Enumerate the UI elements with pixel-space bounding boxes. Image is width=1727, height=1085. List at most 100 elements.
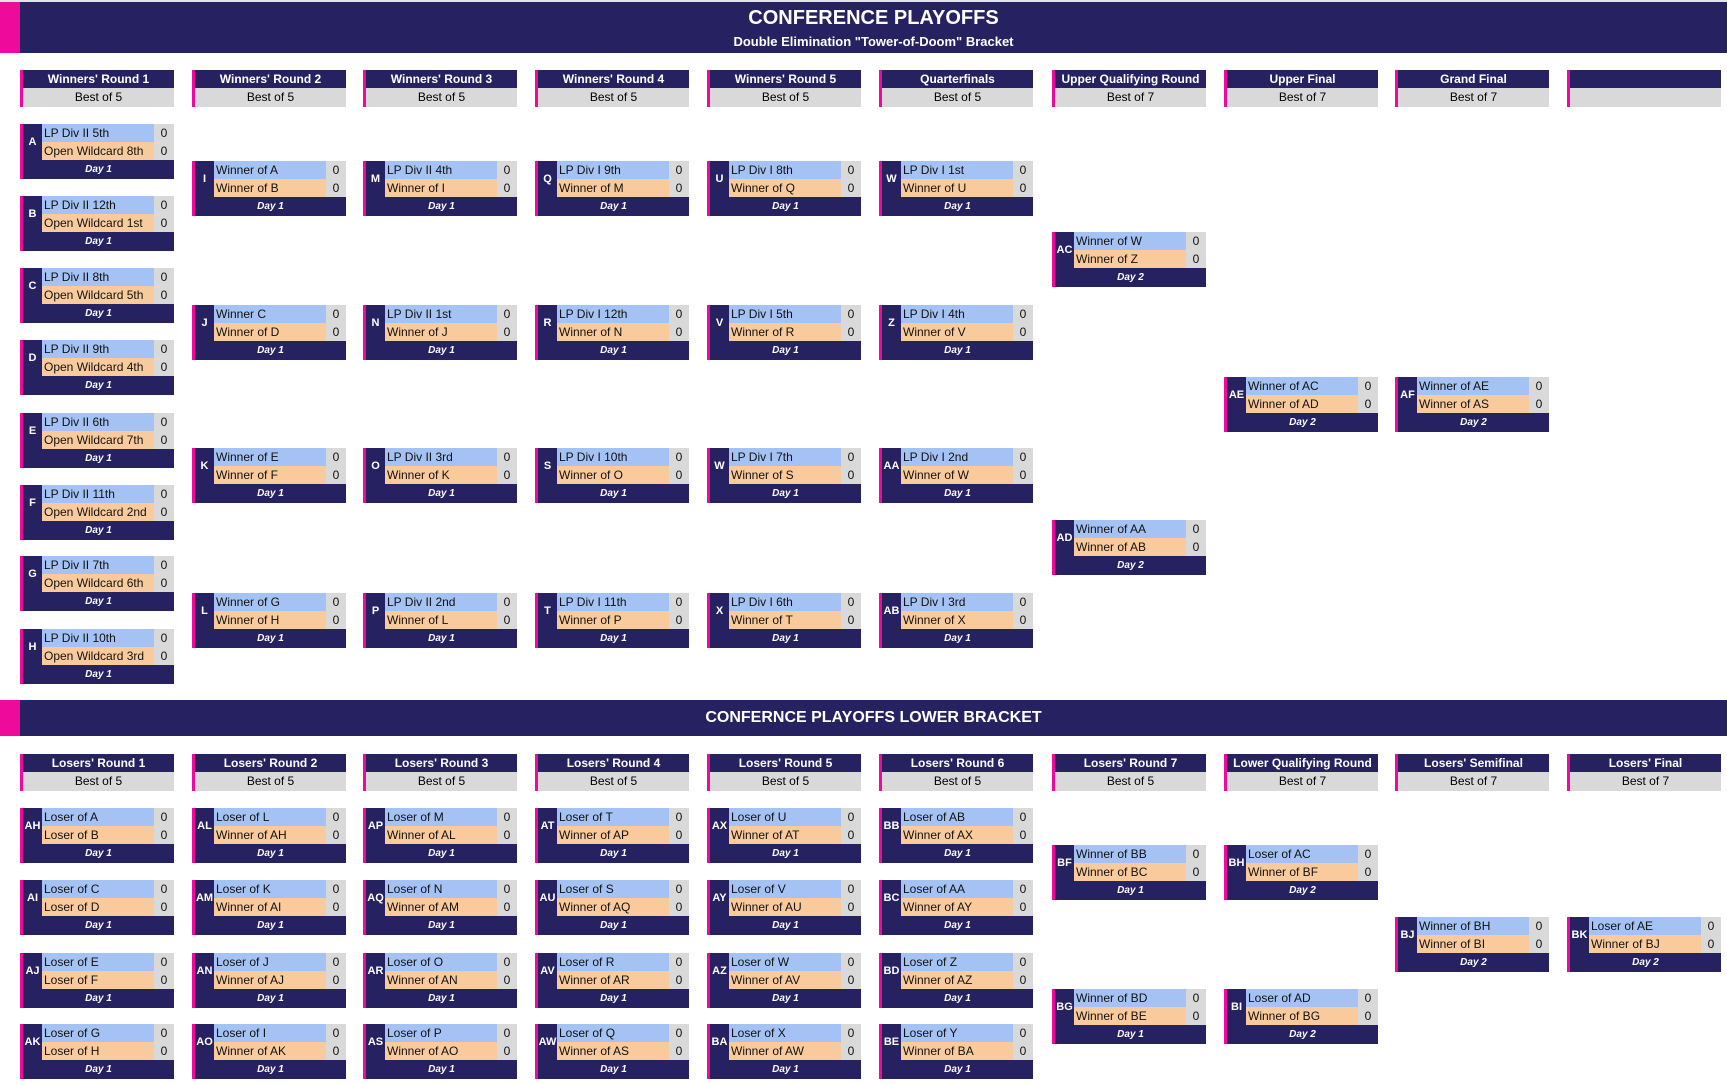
- team-name-cell[interactable]: Winner of P: [557, 611, 669, 629]
- team-name-cell[interactable]: Winner of I: [385, 179, 497, 197]
- team-name-cell[interactable]: Winner of AD: [1246, 395, 1358, 413]
- team-name-cell[interactable]: Open Wildcard 8th: [42, 142, 154, 160]
- team-score-cell[interactable]: 0: [154, 196, 174, 214]
- team-name-cell[interactable]: Winner of AV: [729, 971, 841, 989]
- team-name-cell[interactable]: Loser of AD: [1246, 989, 1358, 1007]
- team-score-cell[interactable]: 0: [326, 448, 346, 466]
- team-score-cell[interactable]: 0: [841, 898, 861, 916]
- team-score-cell[interactable]: 0: [1013, 161, 1033, 179]
- team-name-cell[interactable]: Winner of BA: [901, 1042, 1013, 1060]
- team-score-cell[interactable]: 0: [326, 826, 346, 844]
- team-score-cell[interactable]: 0: [1013, 179, 1033, 197]
- team-name-cell[interactable]: LP Div I 3rd: [901, 593, 1013, 611]
- team-name-cell[interactable]: Winner of AP: [557, 826, 669, 844]
- team-score-cell[interactable]: 0: [1186, 250, 1206, 268]
- team-score-cell[interactable]: 0: [1013, 880, 1033, 898]
- team-score-cell[interactable]: 0: [669, 323, 689, 341]
- team-score-cell[interactable]: 0: [669, 808, 689, 826]
- team-name-cell[interactable]: LP Div II 10th: [42, 629, 154, 647]
- team-score-cell[interactable]: 0: [841, 880, 861, 898]
- team-name-cell[interactable]: Loser of D: [42, 898, 154, 916]
- team-score-cell[interactable]: 0: [669, 953, 689, 971]
- team-name-cell[interactable]: Winner of A: [214, 161, 326, 179]
- team-name-cell[interactable]: LP Div I 8th: [729, 161, 841, 179]
- team-score-cell[interactable]: 0: [669, 611, 689, 629]
- team-name-cell[interactable]: LP Div II 1st: [385, 305, 497, 323]
- team-score-cell[interactable]: 0: [841, 611, 861, 629]
- team-score-cell[interactable]: 0: [154, 808, 174, 826]
- team-name-cell[interactable]: Loser of AC: [1246, 845, 1358, 863]
- team-score-cell[interactable]: 0: [841, 1024, 861, 1042]
- team-score-cell[interactable]: 0: [326, 808, 346, 826]
- team-name-cell[interactable]: Winner of BI: [1417, 935, 1529, 953]
- team-score-cell[interactable]: 0: [1013, 305, 1033, 323]
- team-score-cell[interactable]: 0: [497, 611, 517, 629]
- team-score-cell[interactable]: 0: [1013, 466, 1033, 484]
- team-name-cell[interactable]: Loser of L: [214, 808, 326, 826]
- team-name-cell[interactable]: Winner of AK: [214, 1042, 326, 1060]
- team-name-cell[interactable]: Winner of J: [385, 323, 497, 341]
- team-name-cell[interactable]: Winner of H: [214, 611, 326, 629]
- team-score-cell[interactable]: 0: [497, 898, 517, 916]
- team-name-cell[interactable]: LP Div II 11th: [42, 485, 154, 503]
- team-score-cell[interactable]: 0: [841, 826, 861, 844]
- team-name-cell[interactable]: Winner of B: [214, 179, 326, 197]
- team-score-cell[interactable]: 0: [1013, 611, 1033, 629]
- team-name-cell[interactable]: LP Div II 6th: [42, 413, 154, 431]
- team-name-cell[interactable]: Winner of AS: [1417, 395, 1529, 413]
- team-score-cell[interactable]: 0: [326, 161, 346, 179]
- team-name-cell[interactable]: LP Div I 7th: [729, 448, 841, 466]
- team-name-cell[interactable]: LP Div I 1st: [901, 161, 1013, 179]
- team-score-cell[interactable]: 0: [669, 593, 689, 611]
- team-score-cell[interactable]: 0: [1358, 377, 1378, 395]
- team-score-cell[interactable]: 0: [1358, 845, 1378, 863]
- team-score-cell[interactable]: 0: [841, 466, 861, 484]
- team-name-cell[interactable]: LP Div I 9th: [557, 161, 669, 179]
- team-name-cell[interactable]: Loser of A: [42, 808, 154, 826]
- team-name-cell[interactable]: Loser of Y: [901, 1024, 1013, 1042]
- team-score-cell[interactable]: 0: [1186, 1007, 1206, 1025]
- team-name-cell[interactable]: Winner of AY: [901, 898, 1013, 916]
- team-name-cell[interactable]: LP Div I 4th: [901, 305, 1013, 323]
- team-score-cell[interactable]: 0: [1358, 989, 1378, 1007]
- team-score-cell[interactable]: 0: [497, 593, 517, 611]
- team-name-cell[interactable]: Winner of AL: [385, 826, 497, 844]
- team-score-cell[interactable]: 0: [841, 971, 861, 989]
- team-name-cell[interactable]: LP Div II 5th: [42, 124, 154, 142]
- team-score-cell[interactable]: 0: [497, 971, 517, 989]
- team-name-cell[interactable]: Loser of J: [214, 953, 326, 971]
- team-name-cell[interactable]: Loser of C: [42, 880, 154, 898]
- team-name-cell[interactable]: Loser of F: [42, 971, 154, 989]
- team-score-cell[interactable]: 0: [841, 1042, 861, 1060]
- team-score-cell[interactable]: 0: [1013, 953, 1033, 971]
- team-name-cell[interactable]: LP Div I 6th: [729, 593, 841, 611]
- team-name-cell[interactable]: Winner of R: [729, 323, 841, 341]
- team-score-cell[interactable]: 0: [497, 305, 517, 323]
- team-score-cell[interactable]: 0: [841, 305, 861, 323]
- team-name-cell[interactable]: Winner of F: [214, 466, 326, 484]
- team-score-cell[interactable]: 0: [154, 880, 174, 898]
- team-score-cell[interactable]: 0: [1186, 863, 1206, 881]
- team-score-cell[interactable]: 0: [326, 611, 346, 629]
- team-score-cell[interactable]: 0: [669, 1024, 689, 1042]
- team-name-cell[interactable]: Loser of Z: [901, 953, 1013, 971]
- team-name-cell[interactable]: Winner of AC: [1246, 377, 1358, 395]
- team-score-cell[interactable]: 0: [1186, 538, 1206, 556]
- team-name-cell[interactable]: Winner of L: [385, 611, 497, 629]
- team-score-cell[interactable]: 0: [326, 1024, 346, 1042]
- team-name-cell[interactable]: Loser of AB: [901, 808, 1013, 826]
- team-score-cell[interactable]: 0: [154, 142, 174, 160]
- team-name-cell[interactable]: Winner of BC: [1074, 863, 1186, 881]
- team-score-cell[interactable]: 0: [154, 268, 174, 286]
- team-score-cell[interactable]: 0: [154, 358, 174, 376]
- team-name-cell[interactable]: Winner of T: [729, 611, 841, 629]
- team-score-cell[interactable]: 0: [154, 898, 174, 916]
- team-score-cell[interactable]: 0: [1529, 377, 1549, 395]
- team-name-cell[interactable]: Winner of AX: [901, 826, 1013, 844]
- team-score-cell[interactable]: 0: [1013, 808, 1033, 826]
- team-name-cell[interactable]: LP Div I 5th: [729, 305, 841, 323]
- team-score-cell[interactable]: 0: [154, 485, 174, 503]
- team-name-cell[interactable]: LP Div II 12th: [42, 196, 154, 214]
- team-score-cell[interactable]: 0: [326, 1042, 346, 1060]
- team-name-cell[interactable]: Winner of AB: [1074, 538, 1186, 556]
